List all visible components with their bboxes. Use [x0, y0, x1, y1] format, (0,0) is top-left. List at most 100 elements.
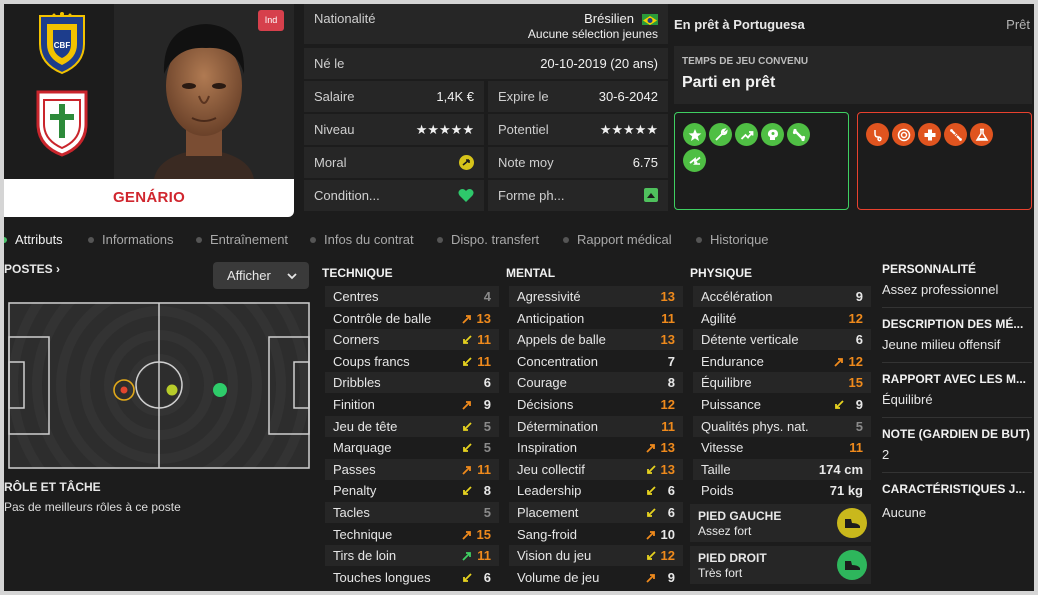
flask-icon[interactable] — [970, 123, 993, 146]
attribute-name: Marquage — [333, 440, 392, 456]
attribute-row[interactable]: Décisions 12 — [509, 394, 683, 415]
attribute-row[interactable]: Dribbles 6 — [325, 372, 499, 394]
attribute-row[interactable]: Corners 11 — [325, 329, 499, 351]
attribute-row[interactable]: Marquage 5 — [325, 437, 499, 458]
attribute-row[interactable]: Détermination 11 — [509, 415, 683, 437]
attribute-name: Dribbles — [333, 375, 381, 391]
attribute-row[interactable]: Concentration 7 — [509, 351, 683, 372]
tab-infos-contrat[interactable]: Infos du contrat — [310, 226, 414, 254]
attribute-value: 12 — [848, 353, 863, 369]
tab-dot-icon — [696, 236, 702, 243]
attribute-value: 5 — [483, 418, 491, 434]
player-profile: CBF Ind GENÁRIO Nationalité Brésilien Au… — [4, 4, 1034, 591]
attribute-row[interactable]: Endurance 12 — [693, 351, 871, 372]
attribute-row[interactable]: Centres 4 — [325, 286, 499, 307]
attribute-row[interactable]: Inspiration 13 — [509, 437, 683, 458]
tab-entrainement[interactable]: Entraînement — [196, 226, 288, 254]
attribute-row[interactable]: Équilibre 15 — [693, 372, 871, 394]
attribute-row[interactable]: Accélération 9 — [693, 286, 871, 307]
nationality-value[interactable]: Brésilien — [584, 11, 634, 27]
tab-rapport-medical[interactable]: Rapport médical — [563, 226, 672, 254]
attribute-row[interactable]: Anticipation 11 — [509, 308, 683, 329]
position-pitch[interactable] — [8, 234, 310, 536]
attribute-row[interactable]: Placement 6 — [509, 502, 683, 523]
attribute-row[interactable]: Vitesse 11 — [693, 437, 871, 458]
position-dot-cm[interactable] — [166, 384, 178, 396]
divider — [882, 307, 1032, 308]
broken-bone-icon[interactable] — [944, 123, 967, 146]
attribute-row[interactable]: Leadership 6 — [509, 480, 683, 501]
tab-dispo-transfert[interactable]: Dispo. transfert — [437, 226, 539, 254]
attribute-row[interactable]: Sang-froid 10 — [509, 524, 683, 545]
attribute-row[interactable]: Passes 11 — [325, 458, 499, 480]
tab-historique[interactable]: Historique — [696, 226, 769, 254]
attribute-row[interactable]: Tacles 5 — [325, 502, 499, 523]
attribute-value: 9 — [855, 397, 863, 412]
brain-icon[interactable] — [761, 123, 784, 146]
attribute-name: Équilibre — [701, 375, 752, 391]
attribute-row[interactable]: Volume de jeu 9 — [509, 567, 683, 588]
condition-heart-icon[interactable] — [458, 188, 474, 206]
attribute-value: 5 — [483, 440, 491, 456]
attribute-row[interactable]: Touches longues 6 — [325, 567, 499, 588]
attribute-row[interactable]: Courage 8 — [509, 372, 683, 394]
attribute-row[interactable]: Détente verticale 6 — [693, 329, 871, 351]
target-icon[interactable] — [892, 123, 915, 146]
right-boot-icon[interactable] — [837, 550, 867, 580]
tab-label: Entraînement — [210, 232, 289, 247]
wrench-icon[interactable] — [709, 123, 732, 146]
attribute-row[interactable]: Appels de balle 13 — [509, 329, 683, 351]
trend-up-icon[interactable] — [735, 123, 758, 146]
attribute-row[interactable]: Jeu de tête 5 — [325, 415, 499, 437]
personality-value[interactable]: Assez professionnel — [882, 282, 998, 297]
attribute-row[interactable]: Coups francs 11 — [325, 351, 499, 372]
club-crest-icon[interactable] — [34, 88, 90, 158]
star-icon[interactable] — [683, 123, 706, 146]
attribute-row[interactable]: Technique 15 — [325, 524, 499, 545]
attribute-name: Volume de jeu — [517, 569, 600, 585]
player-photo: Ind — [114, 4, 294, 179]
tab-dot-icon — [563, 236, 569, 243]
medical-cross-icon[interactable] — [918, 123, 941, 146]
level-cell: Niveau ★★★★★ — [304, 114, 484, 145]
attribute-row[interactable]: Tirs de loin 11 — [325, 545, 499, 567]
form-label: Forme ph... — [498, 188, 565, 203]
position-dot-am[interactable] — [120, 386, 128, 394]
position-dot-st[interactable] — [213, 383, 227, 397]
attribute-row[interactable]: Vision du jeu 12 — [509, 545, 683, 567]
description-value: Jeune milieu offensif — [882, 337, 1001, 352]
morale-indicator-icon[interactable] — [459, 155, 474, 170]
player-header: CBF Ind GENÁRIO — [4, 4, 294, 217]
positions-link[interactable]: POSTES › — [4, 262, 60, 276]
player-name[interactable]: GENÁRIO — [4, 179, 294, 217]
avg-rating-value: 6.75 — [632, 155, 658, 170]
status-tag-badge: Ind — [258, 10, 284, 31]
stethoscope-icon[interactable] — [866, 123, 889, 146]
attribute-row[interactable]: Finition 9 — [325, 394, 499, 415]
show-positions-button[interactable]: Afficher — [213, 262, 309, 289]
tab-attributs[interactable]: Attributs — [4, 226, 63, 254]
bone-icon[interactable] — [787, 123, 810, 146]
attribute-row[interactable]: Puissance 9 — [693, 394, 871, 415]
tab-label: Dispo. transfert — [451, 232, 540, 247]
attribute-row[interactable]: Agilité 12 — [693, 308, 871, 329]
trend-down-icon — [461, 442, 473, 454]
form-trend-icon[interactable] — [644, 188, 658, 202]
left-boot-icon[interactable] — [837, 508, 867, 538]
attribute-row[interactable]: Taille 174 cm — [693, 458, 871, 480]
loan-title[interactable]: En prêt à Portuguesa — [674, 17, 805, 32]
attribute-value: 11 — [477, 461, 491, 477]
attribute-row[interactable]: Qualités phys. nat. 5 — [693, 415, 871, 437]
attribute-row[interactable]: Agressivité 13 — [509, 286, 683, 307]
arrows-icon[interactable] — [683, 149, 706, 172]
attribute-row[interactable]: Contrôle de balle 13 — [325, 308, 499, 329]
trend-down-icon — [645, 464, 657, 476]
tab-informations[interactable]: Informations — [88, 226, 174, 254]
right-foot-label: PIED DROIT — [698, 551, 767, 565]
relation-value: Équilibré — [882, 392, 933, 407]
cbf-badge-icon[interactable]: CBF — [34, 10, 90, 76]
attribute-row[interactable]: Penalty 8 — [325, 480, 499, 501]
attribute-name: Leadership — [517, 483, 582, 499]
attribute-row[interactable]: Jeu collectif 13 — [509, 458, 683, 480]
attribute-row[interactable]: Poids 71 kg — [693, 480, 871, 501]
